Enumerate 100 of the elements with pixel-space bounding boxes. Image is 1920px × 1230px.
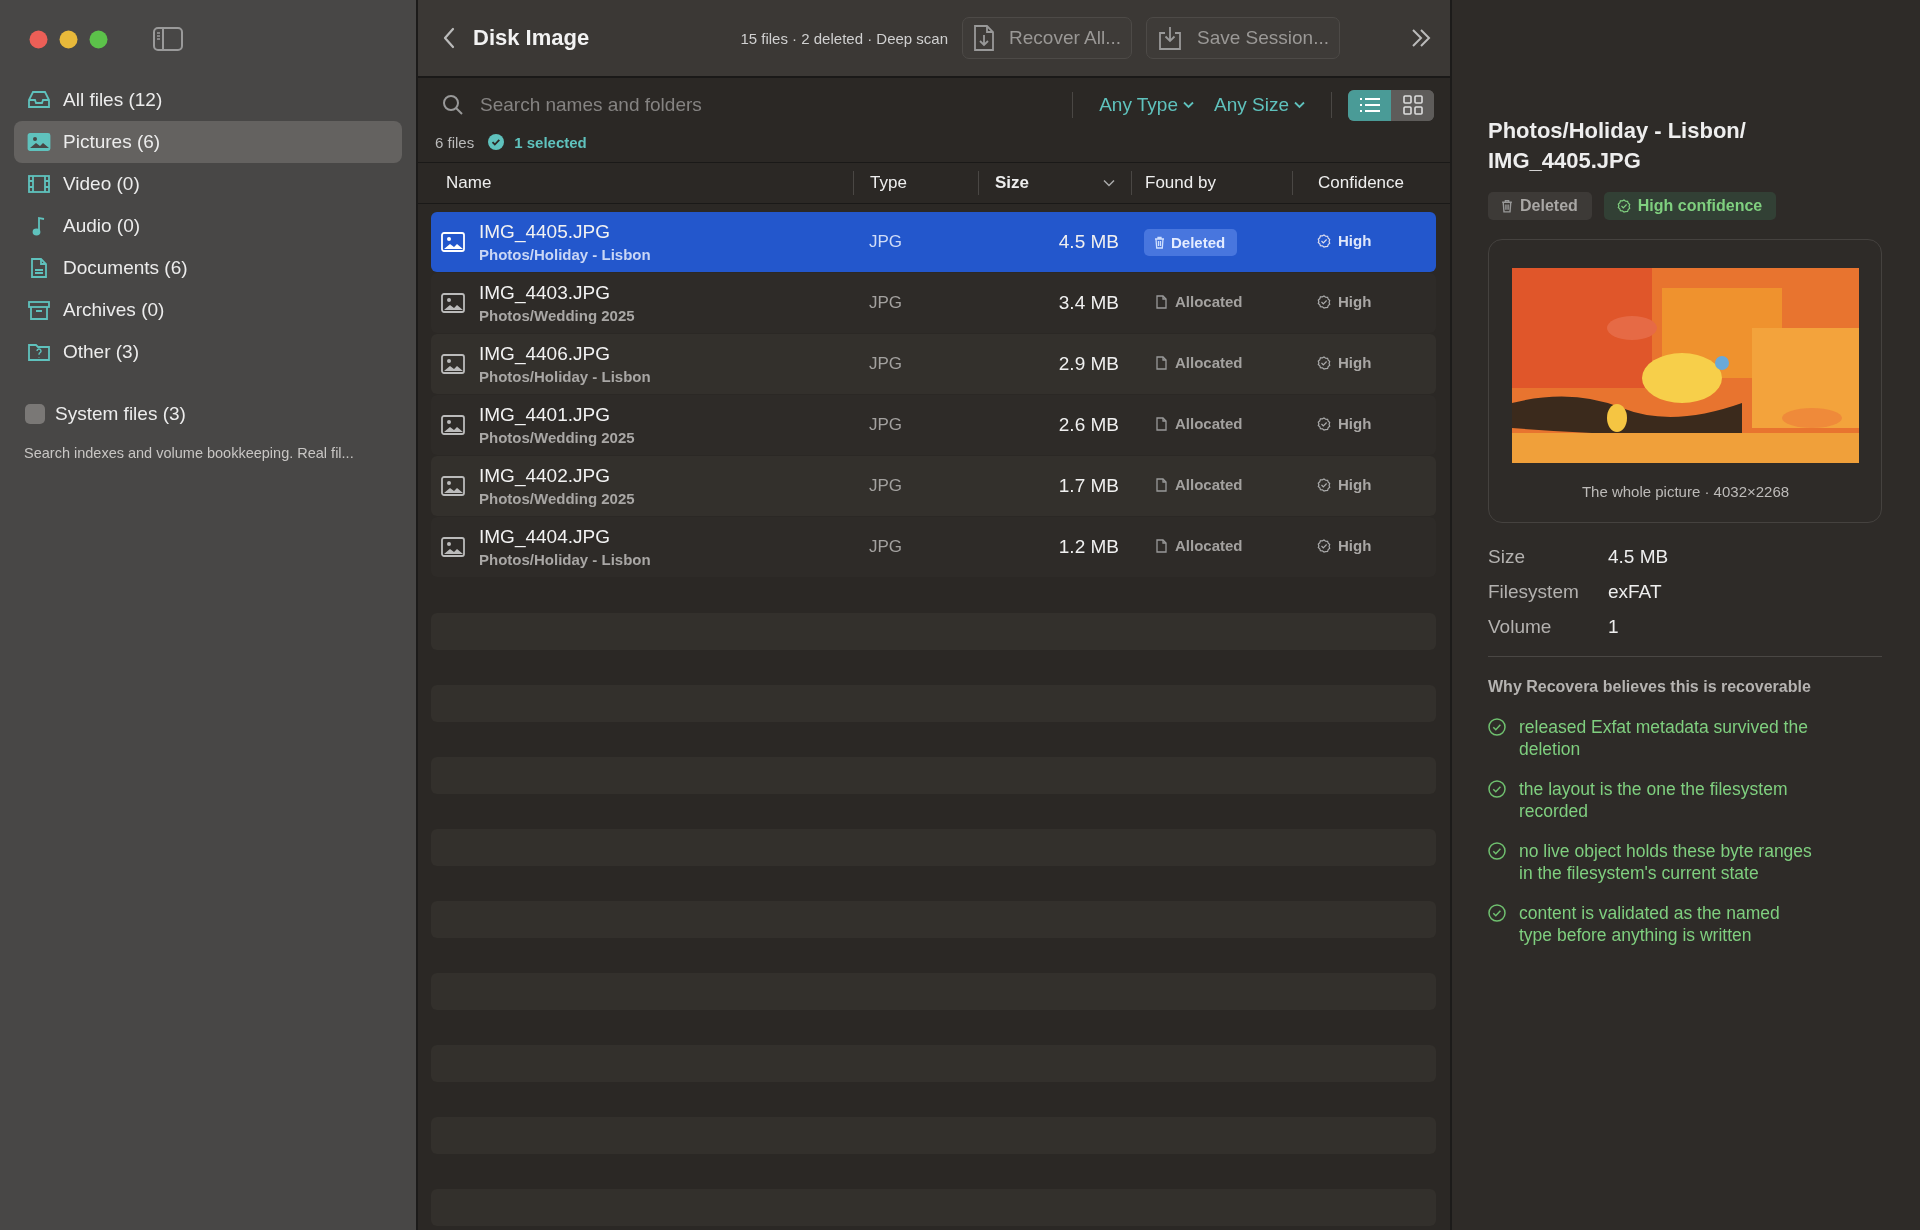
film-icon [27,173,51,195]
image-icon [441,354,465,374]
check-seal-icon [1317,477,1331,492]
file-path: Photos/Holiday - Lisbon [479,368,651,385]
reason-text: released Exfat metadata survived the deletion [1519,716,1809,760]
archive-box-icon [27,299,51,321]
property-label: Volume [1488,616,1553,638]
table-cell: High [1317,476,1372,494]
sort-chevron-icon[interactable] [1103,179,1115,187]
confidence-badge: High confidence [1603,192,1777,220]
search-icon [442,94,464,116]
column-header[interactable]: Found by [1131,171,1292,195]
deleted-badge: Deleted [1488,192,1592,220]
document-icon [1156,294,1167,309]
table-cell: High [1317,293,1372,311]
window-title: Disk Image [473,25,590,51]
table-cell: JPG [869,293,903,312]
check-seal-icon [1317,416,1331,431]
image-icon [441,232,465,252]
file-row[interactable]: IMG_4405.JPG Photos/Holiday - Lisbon JPG 4.5 MB Deleted High [431,212,1436,272]
minimize-window-icon[interactable] [59,29,78,49]
file-name: IMG_4403.JPG [479,282,611,304]
file-name: IMG_4406.JPG [479,343,611,365]
table-cell: JPG [869,232,903,251]
file-path: Photos/Wedding 2025 [479,307,635,324]
image-icon [441,415,465,435]
image-icon [441,537,465,557]
list-view-button[interactable] [1348,89,1391,121]
checkbox[interactable] [25,404,45,424]
file-count: 6 files [435,133,475,151]
sidebar-item[interactable]: All files (12) [14,79,402,121]
file-path: Photos/Wedding 2025 [479,490,635,507]
scan-summary: 15 files · 2 deleted · Deep scan [740,29,949,47]
property-label: Filesystem [1488,581,1580,603]
close-window-icon[interactable] [29,29,48,49]
table-cell: JPG [869,415,903,434]
check-circle-icon [1488,780,1506,798]
table-cell: 4.5 MB [1058,231,1119,252]
column-header[interactable]: Size [978,171,1131,195]
file-row[interactable]: IMG_4402.JPG Photos/Wedding 2025 JPG 1.7 MB Allocated High [431,456,1436,516]
sidebar-item[interactable]: Pictures (6) [14,121,402,163]
table-cell: 2.9 MB [1058,353,1119,374]
recover-all-button[interactable]: Recover All... [962,17,1132,59]
chevron-down-icon [1294,101,1305,109]
hint-text: Search indexes and volume bookkeeping. Real fil... [23,445,355,461]
back-chevron-icon[interactable] [442,27,456,49]
trash-icon [1501,199,1513,213]
check-circle-icon [1488,842,1506,860]
deleted-badge: Deleted [1144,228,1238,256]
check-circle-icon [1488,904,1506,922]
file-path: Photos/Holiday - Lisbon [479,551,651,568]
table-cell: 3.4 MB [1058,292,1119,313]
column-header[interactable]: Name [431,171,853,195]
table-cell: JPG [869,537,903,556]
table-cell: 1.2 MB [1058,536,1119,557]
filter-dropdown[interactable]: Any Type [1089,94,1204,116]
preview-caption: The whole picture · 4032×2268 [1581,483,1790,500]
section-heading: Why Recovera believes this is recoverable [1488,678,1812,696]
selection-count: 1 selected [514,133,587,151]
tray-icon [27,89,51,111]
double-chevron-icon[interactable] [1410,28,1432,48]
table-cell: Allocated [1144,293,1243,311]
property-value: 4.5 MB [1608,546,1670,568]
table-cell: 1.7 MB [1058,475,1119,496]
reason-text: the layout is the one the filesystem recorded [1519,778,1789,822]
sidebar-item[interactable]: Archives (0) [14,289,402,331]
file-path-title: Photos/Holiday - Lisbon/ IMG_4405.JPG [1488,117,1747,175]
file-row[interactable]: IMG_4406.JPG Photos/Holiday - Lisbon JPG 2.9 MB Allocated High [431,334,1436,394]
table-cell: JPG [869,476,903,495]
sidebar-item[interactable]: Documents (6) [14,247,402,289]
sidebar-item[interactable]: Audio (0) [14,205,402,247]
property-label: Size [1488,546,1526,568]
check-circle-icon [1488,718,1506,736]
image-icon [441,293,465,313]
property-value: 1 [1608,616,1620,638]
question-folder-icon [27,341,51,363]
filter-dropdown[interactable]: Any Size [1204,94,1315,116]
table-cell: JPG [869,354,903,373]
table-cell: High [1317,537,1372,555]
file-name: IMG_4405.JPG [479,221,611,243]
image-icon [27,131,51,153]
save-session-button[interactable]: Save Session... [1145,17,1340,59]
zoom-window-icon[interactable] [89,29,108,49]
file-name: IMG_4402.JPG [479,465,611,487]
file-path: Photos/Holiday - Lisbon [479,246,651,263]
file-path: Photos/Wedding 2025 [479,429,635,446]
trash-icon [1154,235,1165,249]
property-value: exFAT [1608,581,1663,603]
document-icon [1156,538,1167,553]
sidebar-item[interactable]: Video (0) [14,163,402,205]
sidebar-toggle-icon[interactable] [153,27,183,51]
check-seal-icon [1317,538,1331,553]
list-icon [1358,96,1381,114]
document-icon [1156,355,1167,370]
sidebar-item[interactable]: Other (3) [14,331,402,373]
document-icon [1156,416,1167,431]
document-download-icon [973,24,996,52]
table-cell: High [1317,354,1372,372]
column-header[interactable]: Confidence [1292,171,1432,195]
column-header[interactable]: Type [853,171,978,195]
